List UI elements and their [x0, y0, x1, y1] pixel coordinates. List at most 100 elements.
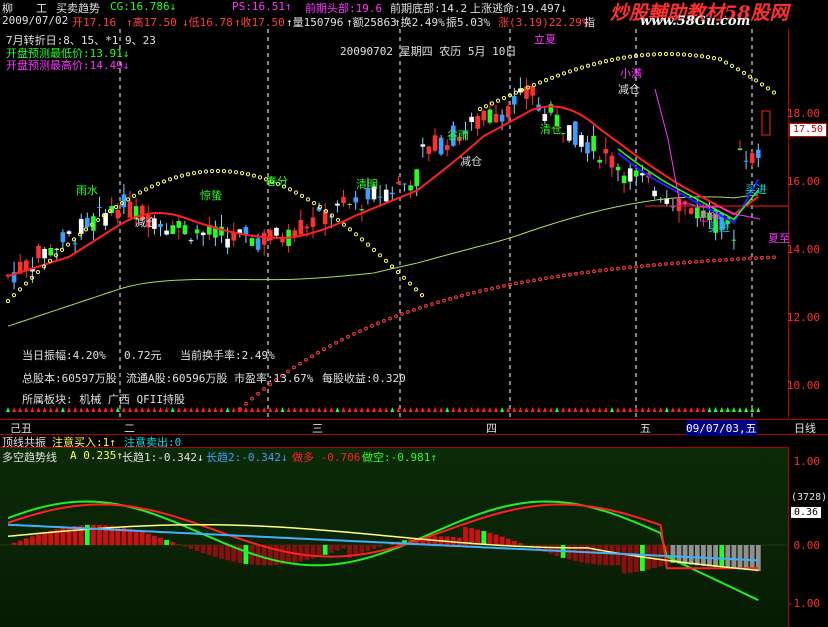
signal-arrow	[512, 407, 516, 412]
quote-turnover: ↑换2.49%	[394, 14, 445, 30]
signal-arrow	[134, 407, 138, 412]
trend-bar	[457, 538, 462, 545]
dot-arc	[580, 66, 583, 69]
trend-indicator-panel[interactable]: 多空趋势线 A 0.235↑ 长趋1:-0.342↓ 长趋2:-0.342↓ 做…	[0, 447, 789, 627]
dot-arc	[767, 256, 770, 259]
signal-arrow	[415, 407, 419, 412]
dot-arc	[604, 60, 607, 63]
candle-body	[311, 217, 316, 226]
candle-body	[262, 233, 267, 245]
dot-arc	[670, 52, 673, 55]
candle-body	[756, 150, 761, 158]
signal-arrow	[439, 407, 443, 412]
trend-bar	[713, 545, 718, 567]
dot-arc	[623, 267, 626, 270]
candle-body	[250, 238, 255, 246]
signal-arrow	[67, 407, 71, 412]
candle-body	[177, 221, 182, 228]
kline-chart[interactable]	[0, 29, 788, 418]
cg-value: CG:16.786↓	[110, 0, 176, 13]
candle-body	[42, 249, 47, 258]
dot-arc	[694, 54, 697, 57]
dot-arc	[664, 52, 667, 55]
dot-arc	[162, 180, 165, 183]
dot-arc	[676, 53, 679, 56]
signal-arrow	[598, 407, 602, 412]
trend-bar	[591, 545, 596, 564]
trend-bar	[481, 531, 486, 545]
trend-bar	[488, 533, 493, 545]
trend-bar	[597, 545, 602, 565]
candle-body	[122, 194, 127, 207]
price-axis: 18.00 16.00 14.00 12.00 10.00 17.50	[789, 29, 828, 418]
dot-arc	[210, 170, 213, 173]
signal-arrow	[323, 407, 327, 412]
term-label: 惊蛰	[200, 187, 222, 203]
y-tick: 12.00	[787, 311, 820, 324]
trend-bar	[512, 541, 517, 545]
dot-arc	[611, 268, 614, 271]
term-label: 春分	[266, 173, 288, 189]
candle-body	[384, 190, 389, 202]
trend-bear: 做空:-0.981↑	[362, 449, 437, 465]
date-axis: 己丑 二 三 四 五 09/07/03,五 日线	[0, 419, 828, 435]
kline-panel[interactable]: 7月转折日:8、15、*1 9、23 开盘预测最低价:13.91↓ 开盘预测最高…	[0, 29, 789, 418]
ma-mid-line	[8, 106, 758, 276]
dot-arc	[384, 259, 387, 262]
trend-bar	[42, 532, 47, 545]
dot-arc	[294, 191, 297, 194]
signal-arrow	[207, 407, 211, 412]
dot-arc	[610, 58, 613, 61]
signal-arrow	[122, 407, 126, 412]
trend-bar	[628, 545, 633, 573]
dot-arc	[545, 277, 548, 280]
signal-arrow	[55, 407, 59, 412]
dot-arc	[366, 243, 369, 246]
signal-arrow	[640, 407, 644, 412]
trend-bar	[695, 545, 700, 565]
trend-bar	[707, 545, 712, 566]
signal-label: 买进	[708, 219, 730, 235]
trend-chart[interactable]	[0, 448, 788, 627]
dot-arc	[659, 263, 662, 266]
quote-open: 开17.16	[72, 14, 116, 30]
signal-arrow	[43, 407, 47, 412]
signal-arrow	[244, 407, 248, 412]
stat-float-shares: 流通A股:60596万股	[126, 370, 227, 386]
dot-arc	[640, 54, 643, 57]
candle-body	[48, 248, 53, 255]
candle-body	[597, 160, 602, 163]
dot-arc	[138, 191, 141, 194]
dot-arc	[731, 258, 734, 261]
dot-arc	[299, 362, 302, 365]
dot-arc	[527, 280, 530, 283]
bull-line	[8, 504, 758, 568]
dot-arc	[336, 218, 339, 221]
signal-label: 减仓	[135, 214, 157, 230]
dot-arc	[48, 259, 51, 262]
candle-body	[543, 114, 548, 121]
trend-bar	[506, 539, 511, 545]
candle-body	[79, 219, 84, 234]
dot-arc	[312, 202, 315, 205]
signal-arrow	[610, 407, 614, 412]
dot-arc	[342, 223, 345, 226]
trend-axis: 1.00 (3728) 0.36 0.00 -1.00	[789, 447, 828, 626]
dot-arc	[551, 276, 554, 279]
dot-arc	[724, 61, 727, 64]
term-label: 谷雨	[447, 127, 469, 143]
box-marker	[762, 111, 770, 135]
dot-arc	[514, 91, 517, 94]
candle-body	[225, 239, 230, 248]
trend-bar	[158, 538, 163, 545]
candle-body	[732, 240, 737, 241]
trend-bar	[30, 536, 35, 545]
dot-arc	[725, 258, 728, 261]
signal-arrow	[445, 407, 449, 412]
signal-arrow	[378, 407, 382, 412]
dot-arc	[628, 55, 631, 58]
signal-arrow	[171, 407, 175, 412]
quote-volume: ↑量150796	[286, 14, 343, 30]
trend-a: A 0.235↑	[70, 449, 123, 462]
candle-body	[183, 225, 188, 234]
